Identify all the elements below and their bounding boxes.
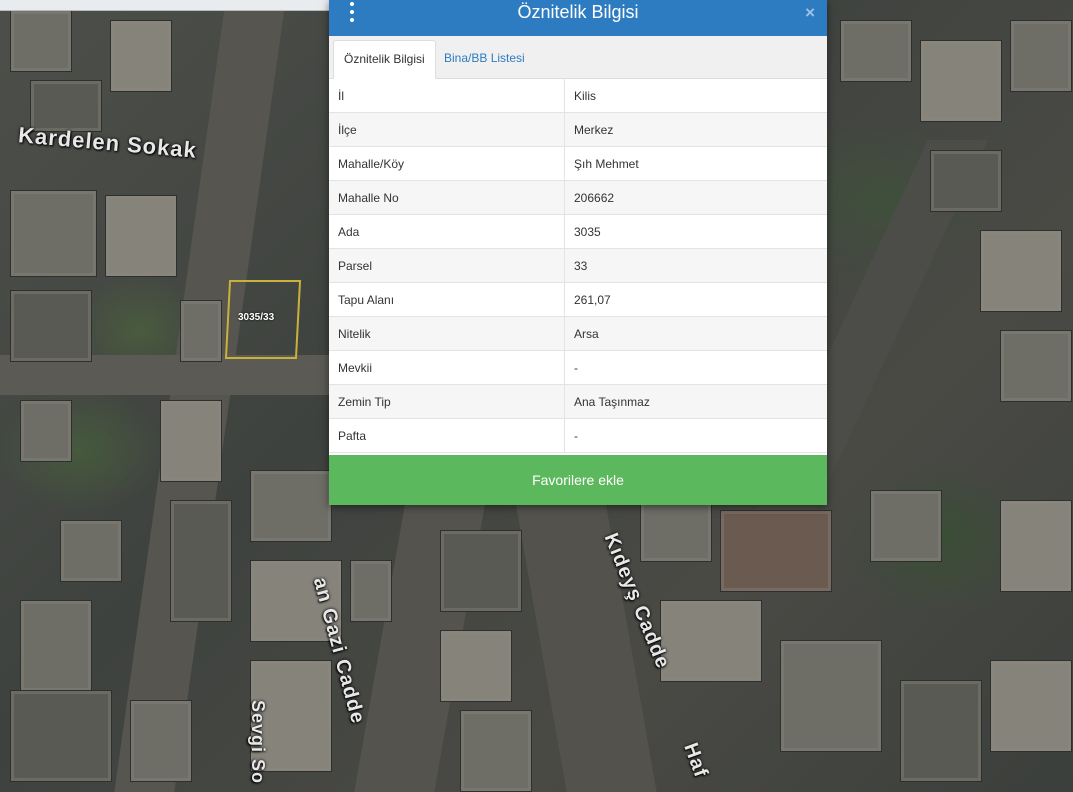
row-key: Parsel [329,248,565,283]
row-key: Mevkii [329,350,565,385]
panel-title: Öznitelik Bilgisi [517,2,639,22]
row-value: Arsa [564,316,827,351]
tab-bar: Öznitelik Bilgisi Bina/BB Listesi [329,36,827,79]
street-label-kardelen: Kardelen Sokak [17,122,198,163]
row-key: Zemin Tip [329,384,565,419]
row-value: Kilis [564,79,827,113]
street-label-sevgi: Sevgi So [248,700,268,785]
table-row: Pafta - [329,418,827,453]
attribute-table: İl Kilis İlçe Merkez Mahalle/Köy Şıh Mehmet… [329,79,827,453]
table-row: Tapu Alanı 261,07 [329,282,827,317]
tab-building-list[interactable]: Bina/BB Listesi [434,40,535,77]
row-value: 261,07 [564,282,827,317]
street-label-haf: Haf [679,740,713,781]
table-row: Mahalle/Köy Şıh Mehmet [329,146,827,181]
row-value: - [564,350,827,385]
table-row: Parsel 33 [329,248,827,283]
table-row: İlçe Merkez [329,112,827,147]
table-row: Ada 3035 [329,214,827,249]
row-value: Şıh Mehmet [564,146,827,181]
row-key: Tapu Alanı [329,282,565,317]
row-key: Mahalle/Köy [329,146,565,181]
table-row: Nitelik Arsa [329,316,827,351]
close-icon[interactable]: × [805,3,815,23]
row-value: - [564,418,827,453]
row-value: Merkez [564,112,827,147]
panel-header: Öznitelik Bilgisi × [329,0,827,36]
add-to-favorites-button[interactable]: Favorilere ekle [329,455,827,505]
parcel-label: 3035/33 [238,312,275,323]
row-key: Nitelik [329,316,565,351]
top-toolbar-fragment [0,0,330,11]
row-value: 33 [564,248,827,283]
table-row: İl Kilis [329,79,827,113]
row-key: Mahalle No [329,180,565,215]
row-value: 3035 [564,214,827,249]
row-value: 206662 [564,180,827,215]
row-key: İlçe [329,112,565,147]
table-row: Mahalle No 206662 [329,180,827,215]
attribute-info-panel: Öznitelik Bilgisi × Öznitelik Bilgisi Bi… [329,0,827,505]
row-key: Pafta [329,418,565,453]
row-key: İl [329,79,565,113]
table-row: Zemin Tip Ana Taşınmaz [329,384,827,419]
tab-attribute-info[interactable]: Öznitelik Bilgisi [333,40,436,79]
table-row: Mevkii - [329,350,827,385]
row-value: Ana Taşınmaz [564,384,827,419]
row-key: Ada [329,214,565,249]
